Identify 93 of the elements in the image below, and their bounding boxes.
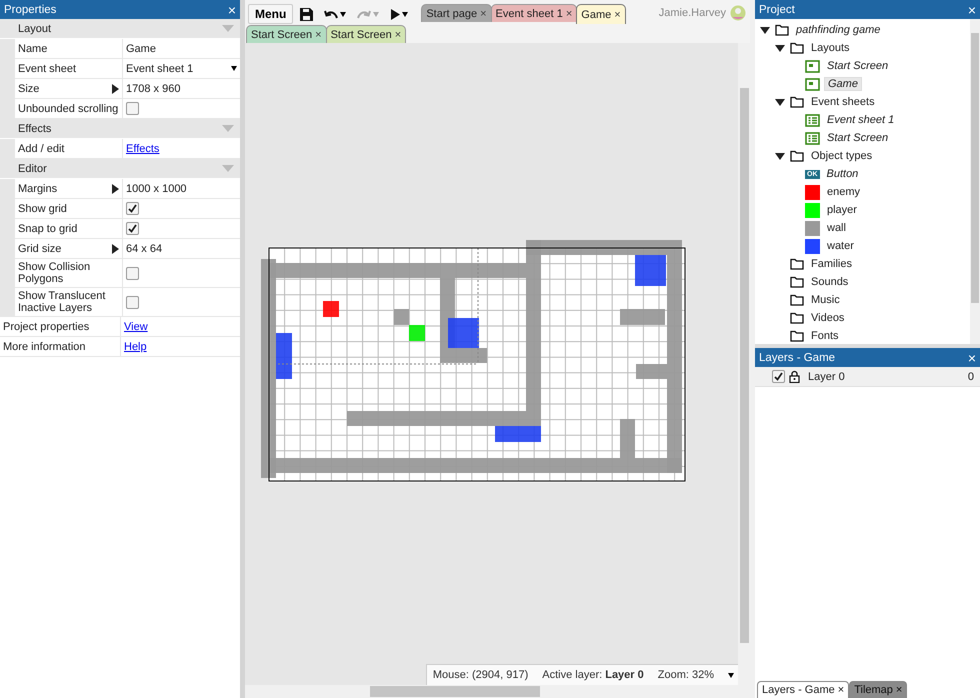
checkbox[interactable] (126, 222, 139, 235)
effects-link[interactable]: Effects (126, 142, 160, 154)
folder-icon (790, 276, 804, 288)
property-label: Show Translucent Inactive Layers (18, 290, 106, 314)
document-tab[interactable]: Game × (576, 4, 626, 24)
property-label: More information (3, 340, 86, 352)
dropdown-caret-icon[interactable] (402, 12, 408, 16)
save-icon[interactable] (300, 8, 314, 20)
property-label: Show grid (18, 202, 67, 214)
tree-item[interactable]: enemy (824, 186, 864, 198)
layer-row[interactable]: Layer 0 0 (755, 367, 980, 387)
close-tab-icon[interactable]: × (315, 28, 322, 40)
checkbox[interactable] (126, 102, 139, 115)
panel-title: Project (759, 4, 795, 16)
panel-tab[interactable]: Tilemap × (849, 681, 908, 698)
close-tab-icon[interactable]: × (614, 8, 621, 20)
panel-tab[interactable]: Layers - Game × (757, 681, 850, 698)
checkbox[interactable] (126, 202, 139, 215)
tree-item[interactable]: Game (824, 77, 862, 91)
folder-icon (790, 96, 804, 108)
folder-icon (790, 150, 804, 162)
link[interactable]: Help (124, 340, 147, 352)
document-tab[interactable]: Event sheet 1 × (490, 4, 578, 22)
tree-item[interactable]: water (824, 240, 857, 252)
vertical-scrollbar[interactable] (970, 19, 980, 344)
active-layer: Active layer: Layer 0 (542, 669, 644, 681)
close-button[interactable]: × (968, 2, 976, 16)
tree-item[interactable]: Event sheet 1 (824, 114, 898, 126)
tree-item[interactable]: Sounds (808, 276, 852, 288)
tree-item[interactable]: player (824, 204, 860, 216)
property-label: Grid size (18, 242, 62, 254)
tree-item[interactable]: Button (824, 168, 862, 180)
menu-button[interactable]: Menu (248, 4, 294, 24)
close-tab-icon[interactable]: × (838, 684, 844, 696)
tree-item[interactable]: pathfinding game (793, 24, 884, 36)
lock-icon[interactable] (789, 370, 800, 383)
property-label: Size (18, 82, 40, 94)
section-title: Editor (18, 162, 48, 174)
event-sheet-icon (805, 114, 820, 126)
property-value[interactable]: 64 x 64 (126, 242, 162, 254)
close-tab-icon[interactable]: × (896, 684, 902, 696)
user-name: Jamie.Harvey (658, 7, 726, 19)
tree-item[interactable]: Start Screen (824, 60, 892, 72)
close-tab-icon[interactable]: × (566, 8, 572, 20)
layer-count: 0 (968, 370, 974, 382)
close-button[interactable]: × (968, 350, 976, 364)
layer-name: Layer 0 (808, 370, 846, 382)
property-label: Show Collision Polygons (18, 261, 92, 285)
dropdown-caret-icon[interactable] (340, 12, 346, 16)
checkbox[interactable] (126, 266, 139, 280)
folder-icon (790, 258, 804, 270)
checkbox[interactable] (126, 296, 139, 308)
tree-item[interactable]: Event sheets (808, 96, 878, 108)
property-value[interactable]: Game (126, 42, 156, 54)
folder-icon (790, 330, 804, 342)
layout-icon (805, 60, 820, 72)
section-title: Layout (18, 22, 52, 34)
folder-icon (790, 42, 804, 54)
panel-title: Layers - Game (759, 352, 836, 364)
tree-item[interactable]: Start Screen (824, 132, 892, 144)
folder-icon (790, 312, 804, 324)
layout-icon (805, 78, 820, 90)
property-label: Name (18, 42, 48, 54)
folder-icon (775, 24, 789, 36)
property-label: Add / edit (18, 142, 64, 154)
play-icon[interactable] (390, 8, 400, 20)
property-label: Project properties (3, 320, 90, 332)
tree-item[interactable]: Layouts (808, 42, 853, 54)
property-label: Snap to grid (18, 222, 78, 234)
tree-item[interactable]: Families (808, 258, 855, 270)
link[interactable]: View (124, 320, 148, 332)
property-label: Event sheet (18, 62, 76, 74)
event-sheet-icon (805, 132, 820, 144)
tree-item[interactable]: Music (808, 294, 843, 306)
checkbox[interactable] (772, 370, 785, 383)
tree-item[interactable]: Videos (808, 312, 848, 324)
mouse-position: Mouse: (2904, 917) (432, 669, 528, 681)
undo-icon[interactable] (324, 9, 338, 19)
tree-item[interactable]: wall (824, 222, 849, 234)
layout-tab[interactable]: Start Screen × (326, 25, 406, 43)
close-button[interactable]: × (228, 2, 236, 16)
property-label: Margins (18, 182, 58, 194)
zoom-level: Zoom: 32% (658, 669, 714, 681)
document-tab[interactable]: Start page × (421, 4, 492, 22)
tree-item[interactable]: Fonts (808, 330, 842, 342)
section-title: Effects (18, 122, 52, 134)
close-tab-icon[interactable]: × (480, 8, 487, 20)
folder-icon (790, 294, 804, 306)
layout-tab[interactable]: Start Screen × (246, 25, 327, 43)
panel-title: Properties (4, 4, 56, 16)
property-label: Unbounded scrolling (18, 102, 118, 114)
tree-item[interactable]: Object types (808, 150, 876, 162)
close-tab-icon[interactable]: × (394, 28, 402, 40)
